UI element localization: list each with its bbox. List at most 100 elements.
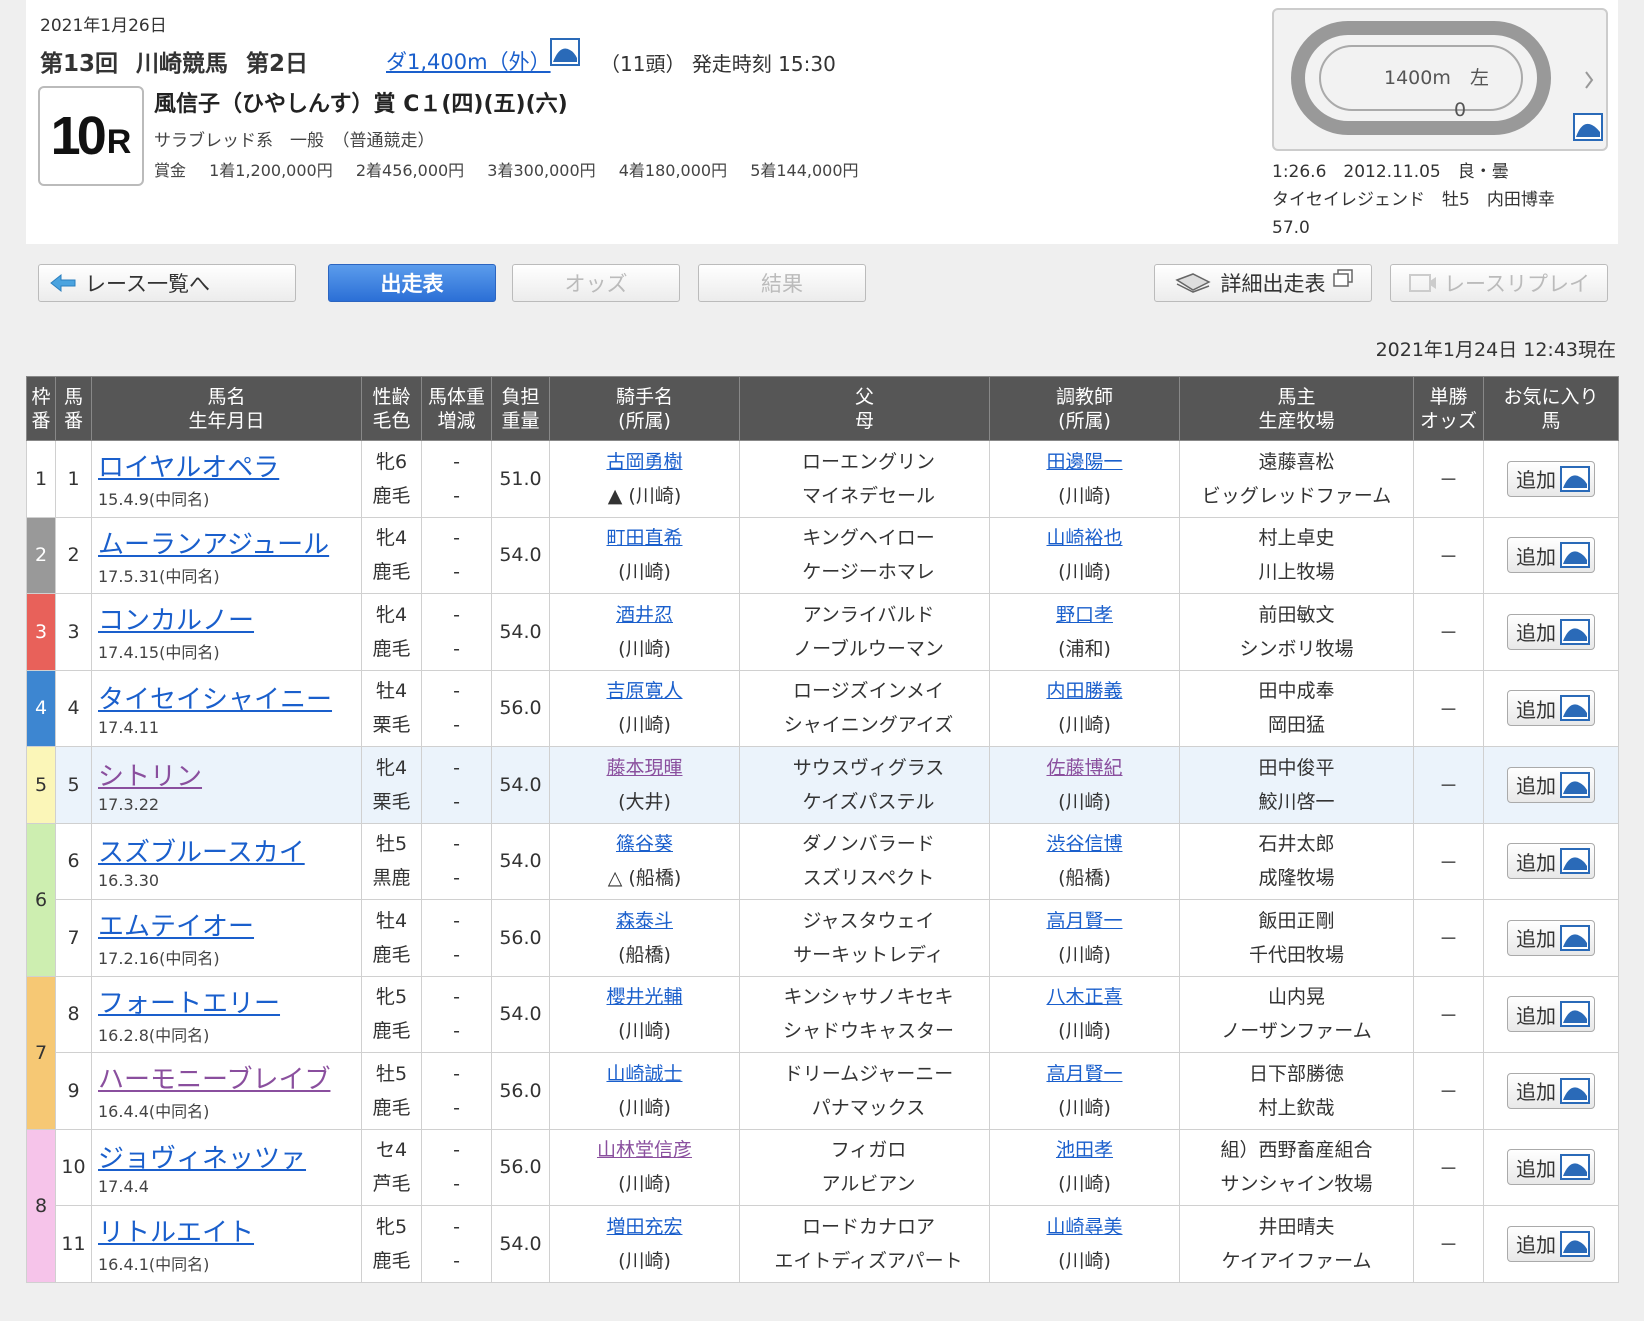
trainer-link[interactable]: 内田勝義 <box>1046 680 1122 702</box>
odds-cell: － <box>1413 899 1484 977</box>
course-map-icon[interactable] <box>550 38 580 66</box>
add-favorite-button[interactable]: 追加 <box>1507 690 1595 727</box>
jockey-cell: 町田直希 (川崎) <box>549 516 740 594</box>
tab-odds[interactable]: オッズ <box>512 264 680 302</box>
body-weight: - <box>453 756 460 779</box>
trainer-affiliation: (川崎) <box>1058 943 1111 966</box>
record-horse: タイセイレジェンド <box>1272 190 1425 210</box>
add-favorite-button[interactable]: 追加 <box>1507 766 1595 803</box>
horse-name-link[interactable]: コンカルノー <box>92 600 361 637</box>
jockey-link[interactable]: 篠谷葵 <box>616 833 673 855</box>
trainer-link[interactable]: 佐藤博紀 <box>1046 757 1122 779</box>
sire-name: ジャスタウェイ <box>802 909 935 932</box>
horse-birth: 17.2.16(中同名) <box>98 949 220 969</box>
add-favorite-button[interactable]: 追加 <box>1507 613 1595 650</box>
trainer-link[interactable]: 野口孝 <box>1056 604 1113 626</box>
trainer-link[interactable]: 高月賢一 <box>1046 1063 1122 1085</box>
prize-label: 賞金 <box>154 161 187 180</box>
add-label: 追加 <box>1516 850 1556 875</box>
horse-name-link[interactable]: ジョヴィネッツァ <box>92 1138 361 1175</box>
burden-weight: 54.0 <box>499 1003 542 1026</box>
coat-color: 鹿毛 <box>372 943 411 966</box>
sex-age: 牝5 <box>375 1215 408 1238</box>
add-label: 追加 <box>1516 697 1556 722</box>
jockey-link[interactable]: 森泰斗 <box>616 910 673 932</box>
owner-cell: 前田敏文 シンボリ牧場 <box>1179 593 1414 671</box>
race-info: （11頭） 発走時刻 15:30 <box>600 48 836 77</box>
jockey-link[interactable]: 町田直希 <box>606 527 682 549</box>
trainer-cell: 田邊陽一 (川崎) <box>989 440 1180 518</box>
add-favorite-button[interactable]: 追加 <box>1507 1072 1595 1109</box>
jockey-link[interactable]: 酒井忍 <box>616 604 673 626</box>
add-favorite-button[interactable]: 追加 <box>1507 996 1595 1033</box>
horse-name-link[interactable]: ハーモニーブレイブ <box>92 1059 361 1096</box>
trainer-link[interactable]: 池田孝 <box>1056 1139 1113 1161</box>
trainer-link[interactable]: 田邊陽一 <box>1046 451 1122 473</box>
add-favorite-button[interactable]: 追加 <box>1507 843 1595 880</box>
sex-cell: 牝4 鹿毛 <box>361 516 422 594</box>
course-link[interactable]: ダ1,400m（外） <box>386 46 551 76</box>
trainer-link[interactable]: 山崎尋美 <box>1046 1216 1122 1238</box>
jockey-link[interactable]: 藤本現暉 <box>606 757 682 779</box>
sex-cell: 牡4 栗毛 <box>361 669 422 747</box>
trainer-cell: 野口孝 (浦和) <box>989 593 1180 671</box>
pedigree-cell: キングヘイロー ケージーホマレ <box>739 516 990 594</box>
add-label: 追加 <box>1516 774 1556 799</box>
tab-results[interactable]: 結果 <box>698 264 866 302</box>
course-diagram: 1400m 左 0 <box>1291 21 1603 141</box>
odds-cell: － <box>1413 1205 1484 1283</box>
sire-name: ダノンバラード <box>802 833 935 856</box>
win-odds: － <box>1438 928 1458 951</box>
horse-cell: スズブルースカイ 16.3.30 <box>91 822 362 900</box>
header-favorite: お気に入り馬 <box>1483 376 1619 441</box>
odds-cell: － <box>1413 1128 1484 1206</box>
add-favorite-button[interactable]: 追加 <box>1507 919 1595 956</box>
owner-cell: 石井太郎 成隆牧場 <box>1179 822 1414 900</box>
back-to-race-list-button[interactable]: レース一覧へ <box>38 264 296 302</box>
add-label: 追加 <box>1516 621 1556 646</box>
race-name: 風信子（ひやしんす）賞 C１(四)(五)(六) <box>154 92 568 117</box>
trainer-link[interactable]: 八木正喜 <box>1046 986 1122 1008</box>
detail-entries-button[interactable]: 詳細出走表 <box>1154 264 1372 302</box>
favorite-cell: 追加 <box>1483 669 1619 747</box>
horse-name-link[interactable]: フォートエリー <box>92 983 361 1020</box>
jockey-link[interactable]: 山林堂信彦 <box>597 1139 692 1161</box>
add-favorite-button[interactable]: 追加 <box>1507 460 1595 497</box>
jockey-cell: 山崎誠士 (川崎) <box>549 1052 740 1130</box>
trainer-cell: 高月賢一 (川崎) <box>989 899 1180 977</box>
jockey-link[interactable]: 増田充宏 <box>606 1216 682 1238</box>
jockey-link[interactable]: 櫻井光輔 <box>606 986 682 1008</box>
horse-name-link[interactable]: シトリン <box>92 756 361 793</box>
jockey-cell: 増田充宏 (川崎) <box>549 1205 740 1283</box>
add-label: 追加 <box>1516 1156 1556 1181</box>
jockey-link[interactable]: 吉原寛人 <box>606 680 682 702</box>
trainer-link[interactable]: 高月賢一 <box>1046 910 1122 932</box>
add-favorite-button[interactable]: 追加 <box>1507 1149 1595 1186</box>
horse-name-link[interactable]: ムーランアジュール <box>92 524 361 561</box>
trainer-link[interactable]: 渋谷信博 <box>1046 833 1122 855</box>
burden-weight: 54.0 <box>499 850 542 873</box>
burden-cell: 56.0 <box>491 669 550 747</box>
dam-name: スズリスペクト <box>802 867 935 890</box>
horse-name-link[interactable]: エムテイオー <box>92 906 361 943</box>
add-favorite-button[interactable]: 追加 <box>1507 537 1595 574</box>
jockey-affiliation: (川崎) <box>618 637 671 660</box>
race-replay-button[interactable]: レースリプレイ <box>1390 264 1608 302</box>
course-map-thumbnail[interactable]: 1400m 左 0 <box>1272 8 1608 151</box>
jockey-link[interactable]: 山崎誠士 <box>606 1063 682 1085</box>
horse-name-link[interactable]: ロイヤルオペラ <box>92 447 361 484</box>
tab-entries[interactable]: 出走表 <box>328 264 496 302</box>
horse-name-link[interactable]: リトルエイト <box>92 1212 361 1249</box>
pedigree-cell: ダノンバラード スズリスペクト <box>739 822 990 900</box>
jockey-link[interactable]: 古岡勇樹 <box>606 451 682 473</box>
add-favorite-button[interactable]: 追加 <box>1507 1225 1595 1262</box>
breeder-name: 村上欽哉 <box>1258 1096 1335 1119</box>
horse-cell: ロイヤルオペラ 15.4.9(中同名) <box>91 440 362 518</box>
weight-cell: -- <box>421 669 492 747</box>
pedigree-cell: ドリームジャーニー パナマックス <box>739 1052 990 1130</box>
horse-name-link[interactable]: タイセイシャイニー <box>92 679 361 716</box>
trainer-link[interactable]: 山崎裕也 <box>1046 527 1122 549</box>
horse-name-link[interactable]: スズブルースカイ <box>92 832 361 869</box>
owner-cell: 日下部勝徳 村上欽哉 <box>1179 1052 1414 1130</box>
weight-cell: -- <box>421 440 492 518</box>
